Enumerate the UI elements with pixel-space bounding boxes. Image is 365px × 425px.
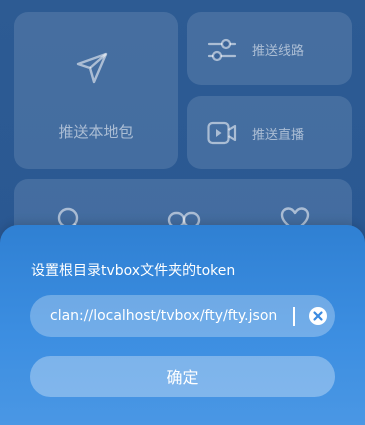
token-input[interactable] [50, 295, 300, 337]
push-local-package-label: 推送本地包 [58, 123, 134, 141]
dialog-title: 设置根目录tvbox文件夹的token [31, 263, 236, 279]
push-route-label: 推送线路 [252, 44, 305, 59]
sliders-icon [207, 36, 237, 68]
token-input-field[interactable] [30, 295, 335, 337]
clear-icon[interactable] [309, 307, 327, 325]
push-live-label: 推送直播 [252, 128, 305, 143]
text-cursor [293, 307, 295, 326]
push-live-tile[interactable]: 推送直播 [187, 96, 352, 169]
push-route-tile[interactable]: 推送线路 [187, 12, 352, 85]
token-dialog-sheet: 设置根目录tvbox文件夹的token 确定 [0, 225, 365, 425]
push-local-package-tile[interactable]: 推送本地包 [14, 12, 178, 169]
video-icon [207, 120, 237, 150]
confirm-button[interactable]: 确定 [30, 356, 335, 397]
